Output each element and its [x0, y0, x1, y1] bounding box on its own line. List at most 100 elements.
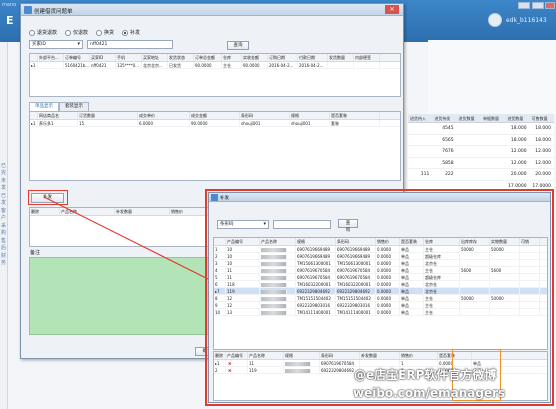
table-cell: 5	[214, 274, 226, 280]
column-header[interactable]	[214, 238, 226, 245]
table-cell: ▸1	[214, 360, 226, 366]
column-header[interactable]: 是否套装	[400, 238, 424, 245]
watermark-text: @e店宝ERP软件官方微博	[354, 368, 497, 382]
table-cell: TM15151504402	[336, 295, 376, 301]
search-input[interactable]	[273, 220, 331, 229]
table-cell: ✖	[226, 367, 248, 373]
table-cell	[490, 309, 520, 315]
product-grid: 产品编号 产品名称 规格 条形码 销售价 是否套装 仓库 出库库存 实物数量 可销 1 10 69076…	[213, 237, 548, 350]
delete-icon[interactable]: ✖	[227, 367, 232, 372]
table-cell	[260, 288, 296, 294]
table-cell: 2	[214, 253, 226, 259]
column-header[interactable]: 规格	[296, 238, 336, 245]
redacted-image	[261, 303, 287, 308]
column-header[interactable]: 补发数量	[360, 352, 400, 359]
table-cell: 5600	[490, 267, 520, 273]
table-cell: 主仓	[424, 302, 460, 308]
redacted-image	[285, 368, 311, 373]
table-cell: ▸7	[214, 288, 226, 294]
table-cell: 6922329804692	[296, 288, 336, 294]
table-cell	[520, 302, 540, 308]
table-cell: 6922329803016	[336, 302, 376, 308]
table-cell: 0.0000	[376, 288, 400, 294]
delete-icon[interactable]: ✖	[227, 360, 232, 365]
table-cell: 单品	[400, 274, 424, 280]
table-cell: 北京仓	[424, 260, 460, 266]
table-cell: 1	[214, 246, 226, 252]
table-cell	[520, 260, 540, 266]
redacted-image	[285, 361, 311, 366]
table-row[interactable]: 9 12 6922329803016 6922329803016 0.0000 单品 主仓	[214, 302, 547, 309]
table-cell: 0.0000	[376, 281, 400, 287]
table-cell: TM16032200001	[296, 281, 336, 287]
column-header[interactable]: 产品名称	[260, 238, 296, 245]
table-cell: 超级仓库	[424, 274, 460, 280]
table-row[interactable]: 10 13 TM14111400001 TM14111400001 0.0000 单品 主仓	[214, 309, 547, 316]
table-cell: 0.0000	[376, 246, 400, 252]
column-header[interactable]: 产品编号	[226, 238, 260, 245]
table-row[interactable]: 3 10 TM15061300001 TM15061300001 0.0000 单品 北京仓	[214, 260, 547, 267]
table-cell: 单品	[400, 253, 424, 259]
column-header[interactable]: 删除	[214, 352, 226, 359]
column-header[interactable]: 销售价	[400, 352, 438, 359]
table-cell	[260, 246, 296, 252]
column-header[interactable]: 条形码	[320, 352, 360, 359]
table-cell: 北京仓	[424, 281, 460, 287]
table-cell: 5600	[460, 267, 490, 273]
table-cell: 0.0000	[376, 260, 400, 266]
redacted-image	[261, 282, 287, 287]
table-cell	[460, 253, 490, 259]
table-cell: 6907619669489	[336, 246, 376, 252]
table-cell	[490, 253, 520, 259]
table-cell	[490, 274, 520, 280]
table-cell: TM15061300001	[336, 260, 376, 266]
column-header[interactable]: 销售价	[376, 238, 400, 245]
table-cell: 3	[214, 260, 226, 266]
column-header[interactable]: 产品名称	[248, 352, 284, 359]
table-cell: 8	[214, 295, 226, 301]
table-row[interactable]: 6 118 TM16032200001 TM16032200001 0.0000 单品 北京…	[214, 281, 547, 288]
table-row[interactable]: 2 10 6907619669489 6907619669489 0.0000 单品 超级仓…	[214, 253, 547, 260]
column-header[interactable]: 仓库	[424, 238, 460, 245]
column-header[interactable]: 出库库存	[460, 238, 490, 245]
table-cell: 6	[214, 281, 226, 287]
table-row[interactable]: 5 11 6907619670584 6907619670584 0.0000 单品 超级仓…	[214, 274, 547, 281]
table-cell	[520, 295, 540, 301]
table-cell	[260, 281, 296, 287]
column-header[interactable]: 可销	[520, 238, 540, 245]
redacted-image	[261, 268, 287, 273]
table-row[interactable]: 8 12 TM15151504402 TM15151504402 0.0000 单品 主仓 5…	[214, 295, 547, 302]
table-cell: 50000	[490, 295, 520, 301]
table-cell	[520, 274, 540, 280]
table-row[interactable]: 1 10 6907619669489 6907619669489 0.0000 单品 主仓 5…	[214, 246, 547, 253]
table-cell	[490, 281, 520, 287]
table-cell: 11	[226, 274, 260, 280]
table-row[interactable]: 4 11 6907619670584 6907619670584 0.0000 单品 主仓 5…	[214, 267, 547, 274]
table-cell: 北京仓	[424, 288, 460, 294]
table-cell	[284, 367, 320, 373]
redacted-image	[261, 289, 287, 294]
table-cell: 6922329803016	[296, 302, 336, 308]
table-cell	[490, 302, 520, 308]
table-cell: 单品	[400, 302, 424, 308]
table-cell: 6907619669489	[296, 246, 336, 252]
column-header[interactable]: 实物数量	[490, 238, 520, 245]
table-cell: 11	[226, 267, 260, 273]
query-button[interactable]: 查 询	[338, 219, 358, 233]
redacted-image	[261, 296, 287, 301]
column-header[interactable]: 产品编号	[226, 352, 248, 359]
watermark-url: weibo.com/emanagers	[353, 386, 506, 400]
table-cell: 9	[214, 302, 226, 308]
table-cell	[284, 360, 320, 366]
column-header[interactable]: 规格	[284, 352, 320, 359]
column-header[interactable]: 条形码	[336, 238, 376, 245]
table-row[interactable]: ▸7 119 6922329804692 6922329804692 0.0000 单品北…	[214, 288, 547, 295]
table-cell	[520, 309, 540, 315]
table-cell: 10	[226, 260, 260, 266]
redacted-image	[261, 261, 287, 266]
table-cell: 6907619670584	[336, 267, 376, 273]
table-cell: 单品	[400, 309, 424, 315]
search-field-select[interactable]: 条形码	[217, 220, 269, 229]
table-cell: 119	[248, 367, 284, 373]
table-cell: ✖	[226, 360, 248, 366]
